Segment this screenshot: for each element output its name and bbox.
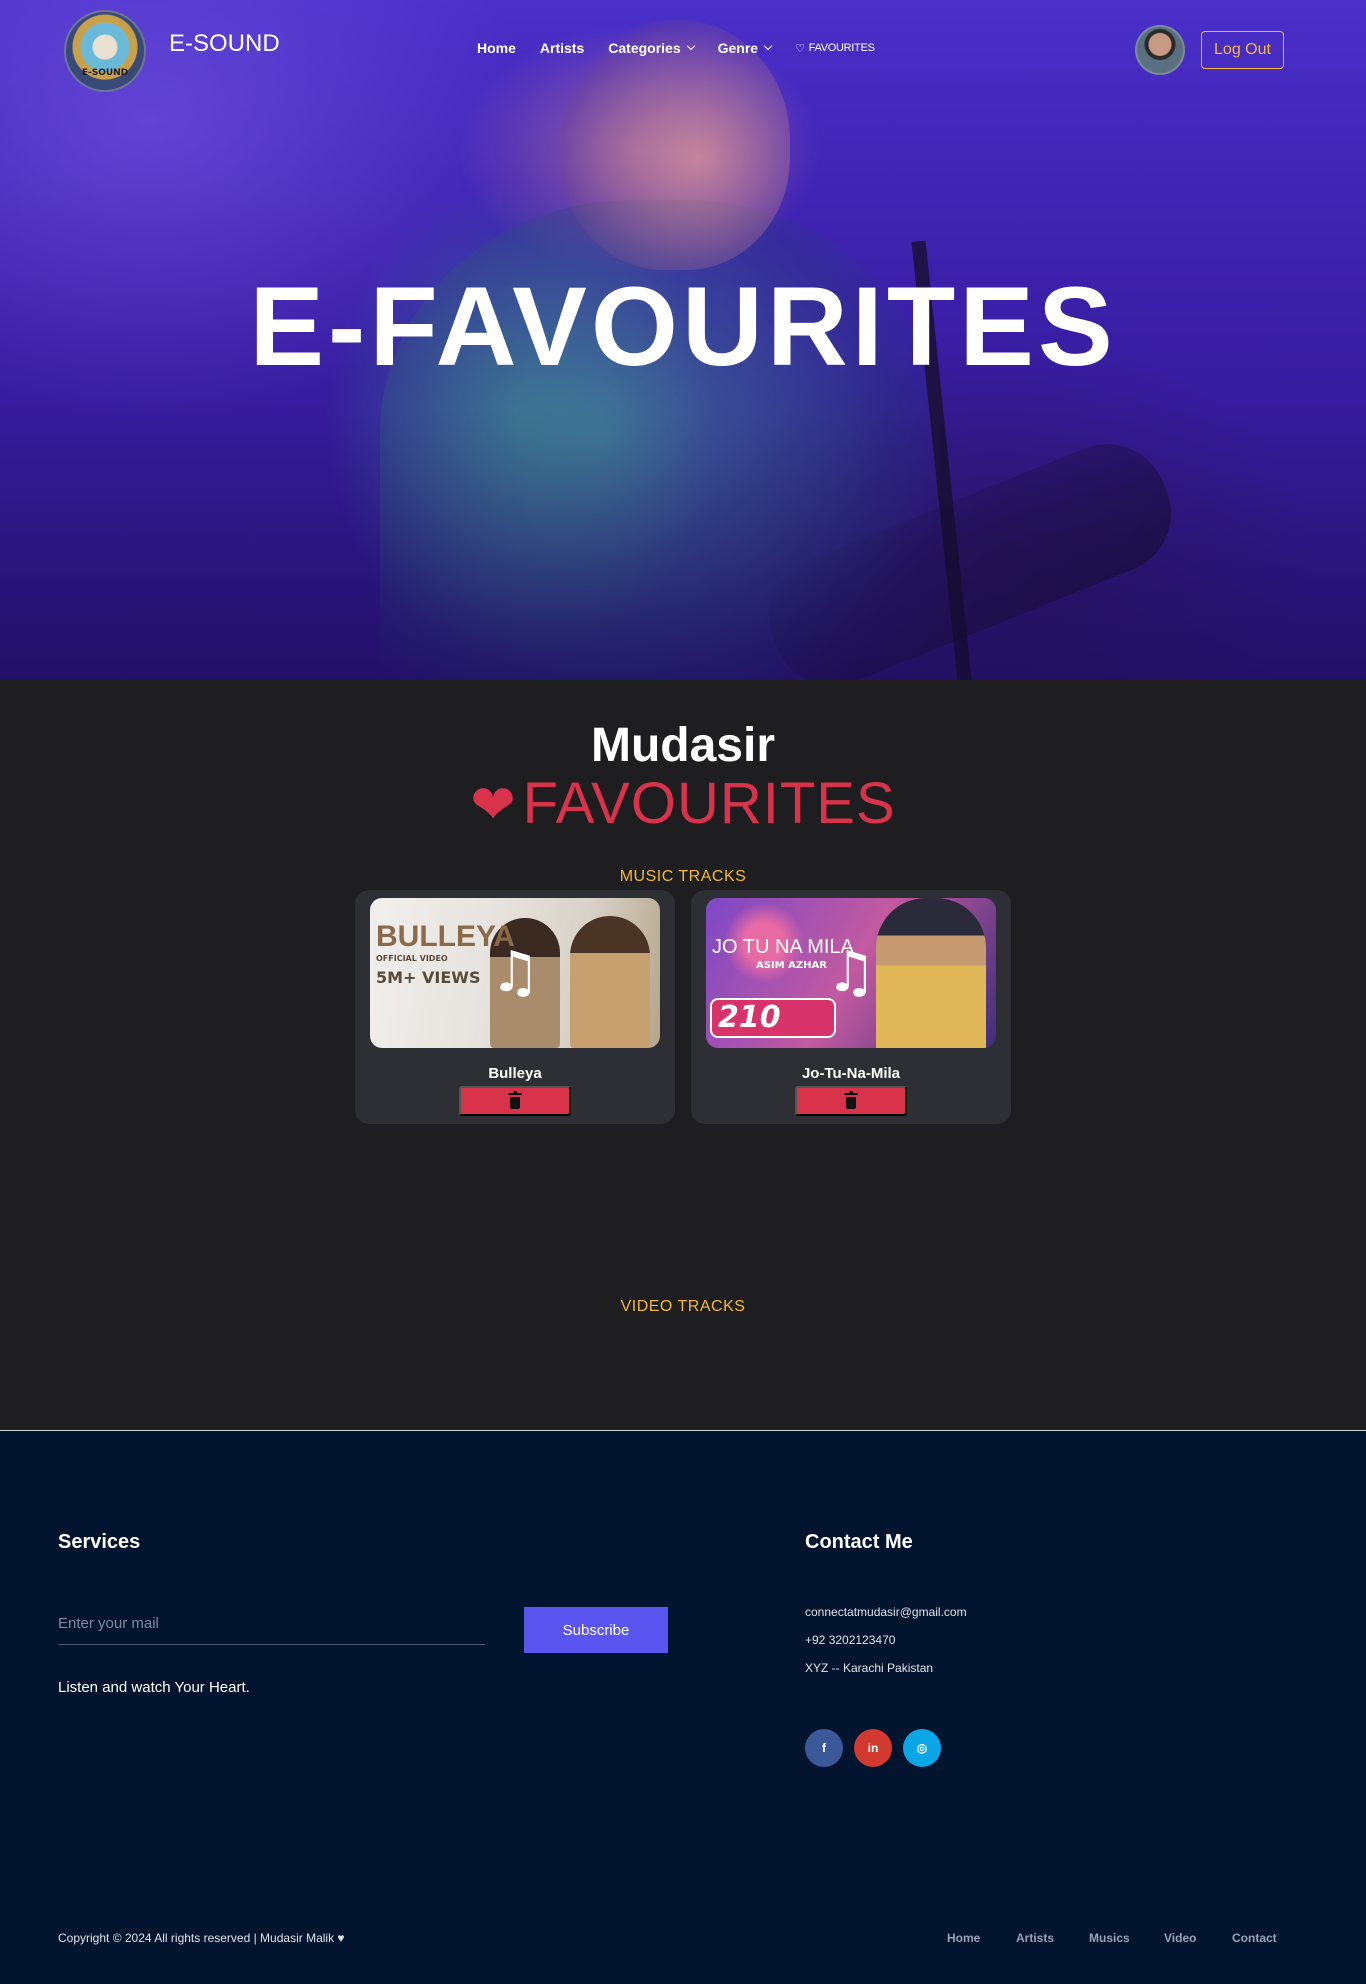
- footer-link-video[interactable]: Video: [1164, 1931, 1196, 1945]
- page-title: E-FAVOURITES: [249, 264, 1117, 389]
- email-field[interactable]: [58, 1603, 485, 1645]
- site-logo[interactable]: E-SOUND: [64, 10, 146, 92]
- footer-link-artists[interactable]: Artists: [1016, 1931, 1054, 1945]
- nav-artists[interactable]: Artists: [540, 40, 584, 56]
- nav-home[interactable]: Home: [477, 40, 516, 56]
- copyright-text: Copyright © 2024 All rights reserved | M…: [58, 1931, 345, 1945]
- facebook-icon[interactable]: f: [805, 1729, 843, 1767]
- track-card[interactable]: BULLEYA OFFICIAL VIDEO 5M+ VIEWS ♫ Bulle…: [355, 890, 675, 1124]
- user-name-heading: Mudasir: [590, 719, 776, 772]
- nav-genre[interactable]: Genre: [718, 40, 773, 56]
- contact-heading: Contact Me: [805, 1531, 913, 1553]
- contact-address: XYZ -- Karachi Pakistan: [805, 1661, 934, 1675]
- instagram-icon[interactable]: ◎: [903, 1729, 941, 1767]
- nav-favourites[interactable]: ♡ FAVOURITES: [795, 40, 875, 56]
- heart-outline-icon: ♡: [795, 42, 805, 55]
- chevron-down-icon: [686, 41, 695, 51]
- chevron-down-icon: [763, 41, 773, 51]
- site-footer: Services Subscribe Listen and watch Your…: [0, 1430, 1366, 1984]
- track-thumbnail[interactable]: BULLEYA OFFICIAL VIDEO 5M+ VIEWS ♫: [370, 898, 660, 1048]
- music-tracks-label: MUSIC TRACKS: [619, 868, 747, 885]
- music-note-icon: ♫: [825, 940, 877, 1005]
- footer-link-musics[interactable]: Musics: [1089, 1931, 1130, 1945]
- hero-banner: E-SOUND E-SOUND Home Artists Categories …: [0, 0, 1366, 680]
- top-navbar: E-SOUND E-SOUND Home Artists Categories …: [0, 0, 1366, 100]
- delete-button[interactable]: [795, 1086, 907, 1116]
- favourites-heading: ❤ FAVOURITES: [470, 771, 896, 836]
- trash-icon: [844, 1090, 858, 1109]
- footer-link-contact[interactable]: Contact: [1232, 1931, 1277, 1945]
- user-avatar[interactable]: [1135, 25, 1185, 75]
- music-note-icon: ♫: [489, 940, 541, 1005]
- subscribe-button[interactable]: Subscribe: [524, 1607, 668, 1653]
- track-name: Jo-Tu-Na-Mila: [801, 1065, 901, 1082]
- brand-name[interactable]: E-SOUND: [169, 30, 280, 58]
- contact-phone[interactable]: +92 3202123470: [805, 1633, 895, 1647]
- linkedin-icon[interactable]: in: [854, 1729, 892, 1767]
- heart-icon: ❤: [470, 775, 517, 835]
- video-tracks-label: VIDEO TRACKS: [620, 1298, 746, 1315]
- footer-link-home[interactable]: Home: [947, 1931, 980, 1945]
- delete-button[interactable]: [459, 1086, 571, 1116]
- track-thumbnail[interactable]: JO TU NA MILA ASIM AZHAR 210 ♫: [706, 898, 996, 1048]
- nav-categories[interactable]: Categories: [608, 40, 695, 56]
- contact-email[interactable]: connectatmudasir@gmail.com: [805, 1605, 967, 1619]
- heart-icon: ♥: [337, 1931, 345, 1945]
- services-heading: Services: [58, 1531, 141, 1553]
- main-menu: Home Artists Categories Genre ♡ FAVOURITE…: [477, 40, 899, 56]
- trash-icon: [508, 1090, 522, 1109]
- track-name: Bulleya: [488, 1065, 542, 1082]
- track-card[interactable]: JO TU NA MILA ASIM AZHAR 210 ♫ Jo-Tu-Na-…: [691, 890, 1011, 1124]
- logout-button[interactable]: Log Out: [1201, 31, 1284, 69]
- footer-tagline: Listen and watch Your Heart.: [58, 1679, 250, 1696]
